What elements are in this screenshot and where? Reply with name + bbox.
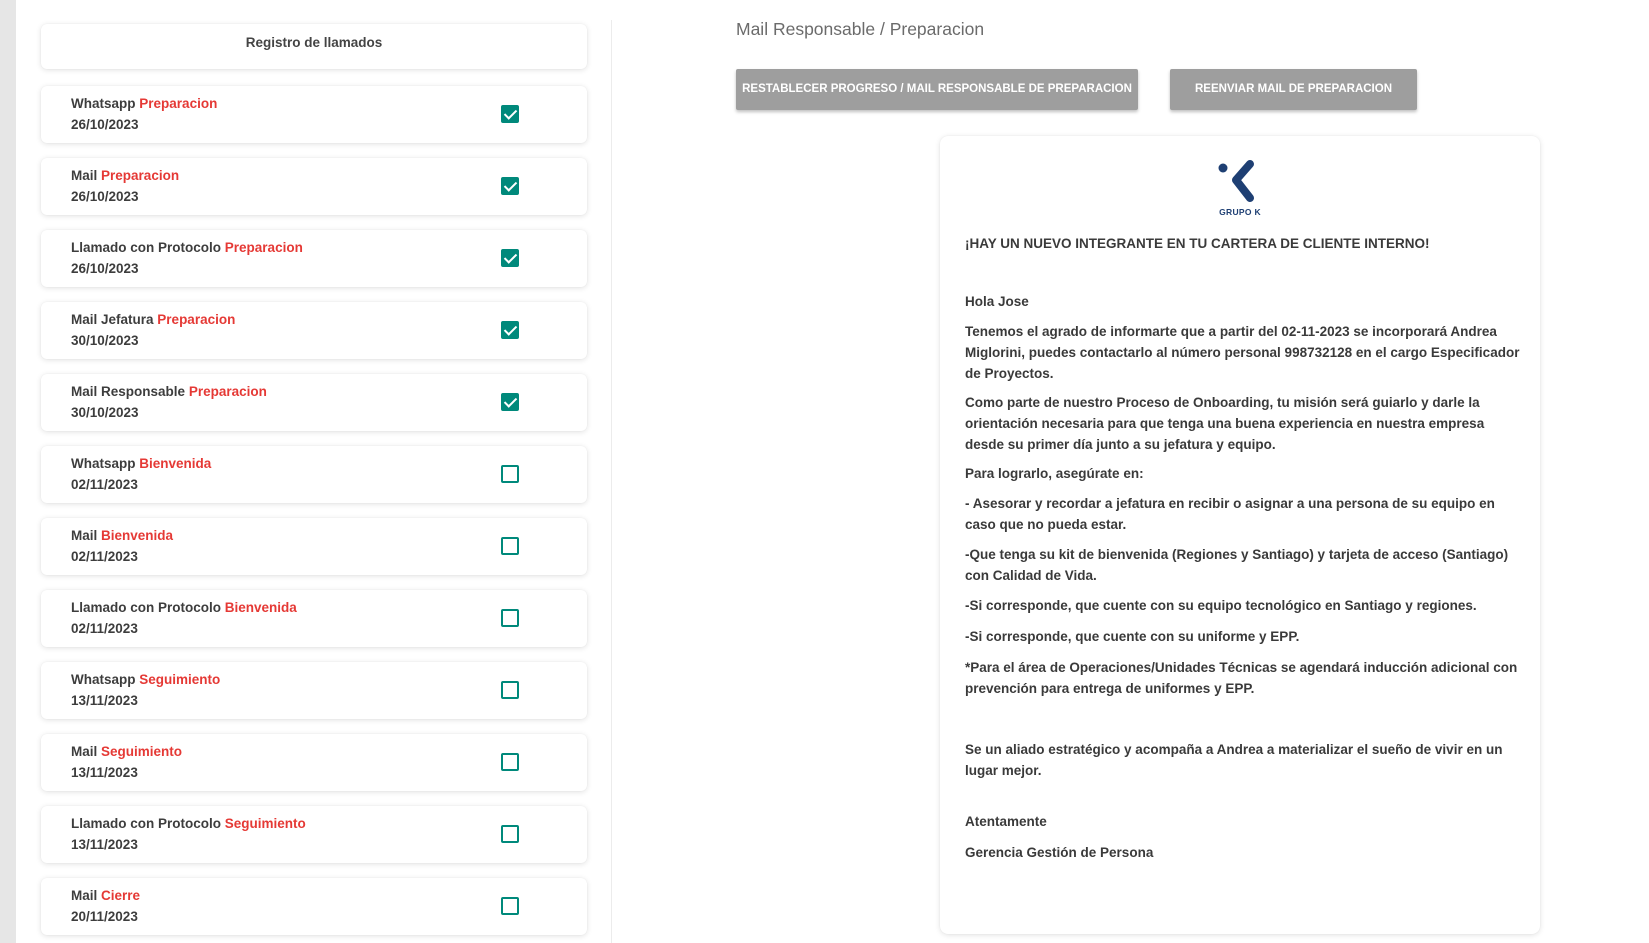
checkbox-checked[interactable] <box>501 321 519 339</box>
call-item-date: 02/11/2023 <box>71 549 138 564</box>
call-log-item: Whatsapp Bienvenida 02/11/2023 <box>41 446 587 503</box>
mail-paragraph: -Si corresponde, que cuente con su unifo… <box>965 629 1300 644</box>
call-item-label: Mail <box>71 744 98 759</box>
call-item-stage: Bienvenida <box>101 528 174 543</box>
call-item-label: Whatsapp <box>71 672 136 687</box>
call-log-item: Mail Preparacion 26/10/2023 <box>41 158 587 215</box>
call-item-label: Mail <box>71 888 98 903</box>
call-log-header: Registro de llamados <box>41 24 587 69</box>
call-item-stage: Seguimiento <box>101 744 183 759</box>
call-item-label: Mail <box>71 168 98 183</box>
call-log-item: Mail Cierre 20/11/2023 <box>41 878 587 935</box>
call-item-label: Mail Jefatura <box>71 312 154 327</box>
call-item-date: 13/11/2023 <box>71 837 138 852</box>
mail-paragraph: Para lograrlo, asegúrate en: <box>965 466 1144 481</box>
checkbox-checked[interactable] <box>501 393 519 411</box>
checkbox-unchecked[interactable] <box>501 609 519 627</box>
grupo-k-logo: GRUPO K <box>1210 160 1270 218</box>
checkbox-checked[interactable] <box>501 249 519 267</box>
mail-paragraph: -Que tenga su kit de bienvenida (Regione… <box>965 547 1509 583</box>
mail-paragraph: Como parte de nuestro Proceso de Onboard… <box>965 395 1485 452</box>
reset-progress-button[interactable]: RESTABLECER PROGRESO / MAIL RESPONSABLE … <box>736 69 1138 110</box>
checkbox-unchecked[interactable] <box>501 897 519 915</box>
call-item-date: 30/10/2023 <box>71 333 139 348</box>
call-item-title: Llamado con Protocolo Bienvenida <box>71 600 297 615</box>
call-item-title: Mail Preparacion <box>71 168 179 183</box>
page-title: Mail Responsable / Preparacion <box>736 19 985 39</box>
mail-closing: Atentamente <box>965 814 1047 829</box>
call-item-title: Llamado con Protocolo Preparacion <box>71 240 303 255</box>
call-log-item: Llamado con Protocolo Bienvenida 02/11/20… <box>41 590 587 647</box>
call-item-stage: Preparacion <box>188 384 267 399</box>
call-item-date: 02/11/2023 <box>71 621 138 636</box>
call-item-label: Mail Responsable <box>71 384 186 399</box>
call-item-title: Mail Seguimiento <box>71 744 182 759</box>
mail-greeting: Hola Jose <box>965 294 1029 309</box>
call-item-title: Mail Cierre <box>71 888 140 903</box>
call-log-item: Whatsapp Preparacion 26/10/2023 <box>41 86 587 143</box>
call-item-stage: Seguimiento <box>224 816 306 831</box>
call-item-date: 02/11/2023 <box>71 477 138 492</box>
call-log-item: Whatsapp Seguimiento 13/11/2023 <box>41 662 587 719</box>
checkbox-unchecked[interactable] <box>501 753 519 771</box>
checkbox-unchecked[interactable] <box>501 681 519 699</box>
call-item-date: 30/10/2023 <box>71 405 139 420</box>
call-log-item: Mail Bienvenida 02/11/2023 <box>41 518 587 575</box>
call-log-item: Llamado con Protocolo Preparacion 26/10/2… <box>41 230 587 287</box>
mail-paragraph: - Asesorar y recordar a jefatura en reci… <box>965 496 1495 532</box>
checkbox-unchecked[interactable] <box>501 825 519 843</box>
call-item-date: 26/10/2023 <box>71 117 139 132</box>
call-item-title: Whatsapp Seguimiento <box>71 672 220 687</box>
checkbox-checked[interactable] <box>501 177 519 195</box>
mail-preview: GRUPO K ¡HAY UN NUEVO INTEGRANTE EN TU C… <box>940 136 1540 934</box>
call-item-stage: Preparacion <box>139 96 218 111</box>
call-item-date: 13/11/2023 <box>71 693 138 708</box>
call-log-panel: Registro de llamados Whatsapp Preparacio… <box>41 0 587 943</box>
mail-signature: Gerencia Gestión de Persona <box>965 845 1154 860</box>
call-log-item: Mail Seguimiento 13/11/2023 <box>41 734 587 791</box>
call-item-stage: Cierre <box>101 888 141 903</box>
checkbox-checked[interactable] <box>501 105 519 123</box>
call-item-label: Llamado con Protocolo <box>71 240 222 255</box>
call-log-item: Mail Responsable Preparacion 30/10/2023 <box>41 374 587 431</box>
grupo-k-logo-icon <box>1218 160 1254 202</box>
call-item-date: 13/11/2023 <box>71 765 138 780</box>
mail-paragraph: Tenemos el agrado de informarte que a pa… <box>965 324 1520 381</box>
call-item-label: Whatsapp <box>71 96 136 111</box>
call-item-stage: Bienvenida <box>224 600 297 615</box>
call-item-stage: Preparacion <box>157 312 236 327</box>
call-item-title: Whatsapp Preparacion <box>71 96 217 111</box>
checkbox-unchecked[interactable] <box>501 537 519 555</box>
call-item-label: Llamado con Protocolo <box>71 600 222 615</box>
call-item-stage: Preparacion <box>101 168 180 183</box>
mail-paragraph: *Para el área de Operaciones/Unidades Té… <box>965 660 1518 696</box>
call-log-item: Llamado con Protocolo Seguimiento 13/11/2… <box>41 806 587 863</box>
call-item-title: Mail Jefatura Preparacion <box>71 312 235 327</box>
call-item-stage: Preparacion <box>224 240 303 255</box>
left-rail <box>0 0 16 943</box>
call-item-title: Whatsapp Bienvenida <box>71 456 211 471</box>
column-divider <box>611 20 612 943</box>
mail-paragraph: -Si corresponde, que cuente con su equip… <box>965 598 1477 613</box>
call-item-label: Mail <box>71 528 98 543</box>
call-item-label: Whatsapp <box>71 456 136 471</box>
call-item-title: Llamado con Protocolo Seguimiento <box>71 816 306 831</box>
call-item-date: 26/10/2023 <box>71 189 139 204</box>
call-item-date: 26/10/2023 <box>71 261 139 276</box>
checkbox-unchecked[interactable] <box>501 465 519 483</box>
call-item-stage: Seguimiento <box>139 672 221 687</box>
mail-paragraph: Se un aliado estratégico y acompaña a An… <box>965 742 1503 778</box>
call-item-stage: Bienvenida <box>139 456 212 471</box>
call-log-item: Mail Jefatura Preparacion 30/10/2023 <box>41 302 587 359</box>
call-item-title: Mail Responsable Preparacion <box>71 384 267 399</box>
call-item-title: Mail Bienvenida <box>71 528 173 543</box>
mail-heading: ¡HAY UN NUEVO INTEGRANTE EN TU CARTERA D… <box>965 236 1430 251</box>
resend-mail-button[interactable]: REENVIAR MAIL DE PREPARACION <box>1170 69 1417 110</box>
logo-text: GRUPO K <box>1219 207 1261 217</box>
call-item-date: 20/11/2023 <box>71 909 138 924</box>
call-item-label: Llamado con Protocolo <box>71 816 222 831</box>
